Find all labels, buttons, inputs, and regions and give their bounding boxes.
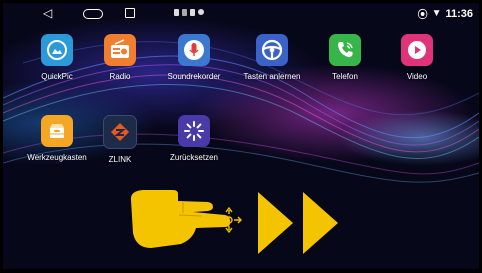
double-arrow-right-icon [258,192,338,254]
home-screen: ◁ ⦿ ▼ 11:36 QuickPic Radio Soundrekorder [3,3,479,269]
gesture-hint [130,190,338,254]
swipe-hand-icon [130,190,242,248]
